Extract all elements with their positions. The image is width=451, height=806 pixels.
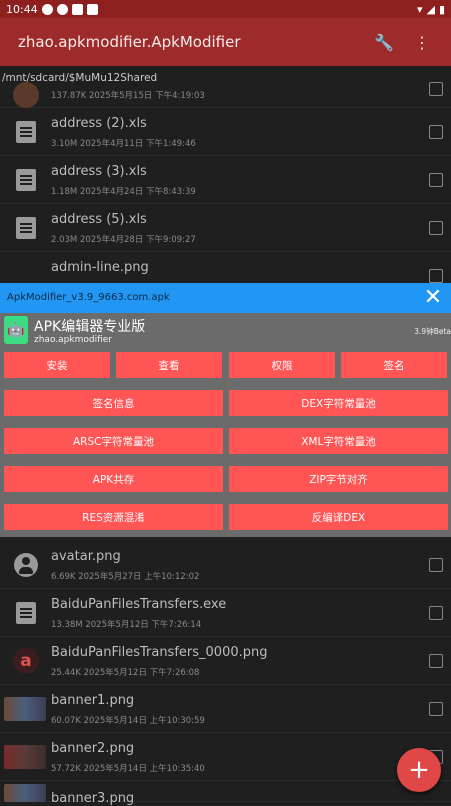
file-name: BaiduPanFilesTransfers_0000.png (51, 645, 268, 660)
apk-coexist-button[interactable]: APK共存 (4, 466, 223, 492)
android-icon: 🤖 (4, 316, 28, 344)
arsc-strings-button[interactable]: ARSC字符常量池 (4, 428, 223, 454)
file-name: address (3).xls (51, 164, 147, 179)
file-name: banner2.png (51, 741, 135, 756)
dialog-header-bar: ApkModifier_v3.9_9663.com.apk ✕ (0, 283, 451, 313)
file-meta: 57.72K 2025年5月14日 上午10:35:40 (51, 764, 205, 774)
checkbox[interactable] (429, 606, 443, 620)
close-icon[interactable]: ✕ (421, 286, 445, 310)
file-meta: 60.07K 2025年5月14日 上午10:30:59 (51, 716, 205, 726)
list-item[interactable]: banner1.png 60.07K 2025年5月14日 上午10:30:59 (0, 685, 451, 733)
image-thumbnail (4, 784, 46, 802)
app-notification-icon (71, 3, 83, 15)
battery-icon: ▮ (438, 2, 445, 16)
telegram-icon (56, 3, 68, 15)
app-title: zhao.apkmodifier.ApkModifier (18, 33, 241, 51)
file-name: banner1.png (51, 693, 135, 708)
checkbox[interactable] (429, 125, 443, 139)
list-item[interactable]: avatar.png 6.69K 2025年5月27日 上午10:12:02 (0, 541, 451, 589)
apk-dialog: ApkModifier_v3.9_9663.com.apk ✕ 🤖 APK编辑器… (0, 283, 451, 537)
checkbox[interactable] (429, 558, 443, 572)
file-name: address (5).xls (51, 212, 147, 227)
app-bar: zhao.apkmodifier.ApkModifier 🔧 ⋮ (0, 18, 451, 66)
document-icon (12, 599, 40, 627)
file-name: admin-line.png (51, 260, 149, 275)
permissions-button[interactable]: 权限 (229, 352, 335, 378)
document-icon (12, 166, 40, 194)
install-button[interactable]: 安装 (4, 352, 110, 378)
xml-strings-button[interactable]: XML字符常量池 (229, 428, 448, 454)
version-label: 3.9钟Beta (414, 327, 451, 336)
file-meta: 1.18M 2025年4月24日 下午8:43:39 (51, 187, 196, 197)
checkbox[interactable] (429, 221, 443, 235)
app-info: 🤖 APK编辑器专业版 zhao.apkmodifier 3.9钟Beta (0, 313, 451, 349)
checkbox[interactable] (429, 702, 443, 716)
file-name: address (2).xls (51, 116, 147, 131)
file-name: banner3.png (51, 791, 135, 806)
list-item[interactable]: 137.87K 2025年5月15日 下午4:19:03 (0, 78, 451, 108)
a-logo-icon: a (12, 647, 40, 675)
file-name: avatar.png (51, 549, 121, 564)
file-name: BaiduPanFilesTransfers.exe (51, 597, 227, 612)
document-icon (12, 214, 40, 242)
checkbox[interactable] (429, 173, 443, 187)
zip-align-button[interactable]: ZIP字节对齐 (229, 466, 448, 492)
list-item[interactable]: address (2).xls 3.10M 2025年4月11日 下午1:49:… (0, 108, 451, 156)
list-item[interactable]: banner2.png 57.72K 2025年5月14日 上午10:35:40 (0, 733, 451, 781)
list-item[interactable]: address (5).xls 2.03M 2025年4月28日 下午9:09:… (0, 204, 451, 252)
apk-filename: ApkModifier_v3.9_9663.com.apk (7, 292, 170, 303)
image-thumbnail (4, 695, 46, 723)
checkbox[interactable] (429, 654, 443, 668)
checkbox[interactable] (429, 82, 443, 96)
signature-info-button[interactable]: 签名信息 (4, 390, 223, 416)
person-icon (12, 551, 40, 579)
decompile-dex-button[interactable]: 反编译DEX (229, 504, 448, 530)
file-meta: 25.44K 2025年5月12日 下午7:26:08 (51, 668, 200, 678)
add-fab-button[interactable]: + (397, 748, 441, 792)
list-item[interactable]: banner3.png (0, 781, 451, 806)
store-notification-icon (86, 3, 98, 15)
file-meta: 2.03M 2025年4月28日 下午9:09:27 (51, 235, 196, 245)
wifi-icon: ▾ (416, 2, 423, 16)
image-thumbnail (4, 743, 46, 771)
checkbox[interactable] (429, 269, 443, 283)
status-time: 10:44 (6, 2, 38, 16)
document-icon (12, 118, 40, 146)
file-meta: 13.38M 2025年5月12日 下午7:26:14 (51, 620, 202, 630)
dex-strings-button[interactable]: DEX字符常量池 (229, 390, 448, 416)
app-icon (12, 81, 40, 109)
app-name: APK编辑器专业版 (34, 319, 146, 335)
res-obfuscate-button[interactable]: RES资源混淆 (4, 504, 223, 530)
notification-icon (41, 3, 53, 15)
file-meta: 3.10M 2025年4月11日 下午1:49:46 (51, 139, 196, 149)
status-bar: 10:44 ▾ ◢ ▮ (0, 0, 451, 18)
file-meta: 6.69K 2025年5月27日 上午10:12:02 (51, 572, 200, 582)
list-item[interactable]: BaiduPanFilesTransfers.exe 13.38M 2025年5… (0, 589, 451, 637)
wrench-icon[interactable]: 🔧 (373, 33, 395, 52)
list-item[interactable]: a BaiduPanFilesTransfers_0000.png 25.44K… (0, 637, 451, 685)
file-meta: 137.87K 2025年5月15日 下午4:19:03 (51, 91, 205, 101)
sign-button[interactable]: 签名 (341, 352, 447, 378)
view-button[interactable]: 查看 (116, 352, 222, 378)
package-name: zhao.apkmodifier (34, 335, 112, 345)
list-item[interactable]: address (3).xls 1.18M 2025年4月24日 下午8:43:… (0, 156, 451, 204)
signal-icon: ◢ (426, 2, 435, 16)
more-vert-icon[interactable]: ⋮ (411, 33, 433, 52)
